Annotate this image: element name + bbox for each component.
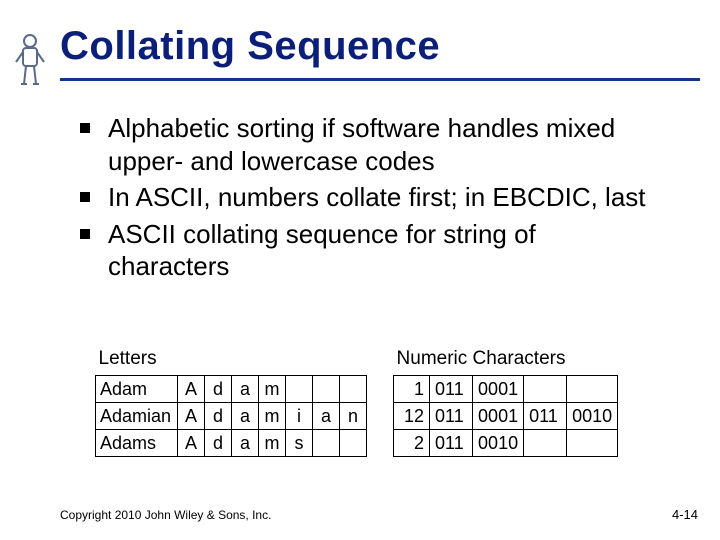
numeric-group — [567, 430, 618, 457]
letters-label: Adamian — [96, 403, 178, 430]
numeric-group: 0010 — [473, 430, 524, 457]
letter-cell: a — [313, 403, 340, 430]
numeric-group: 011 — [430, 430, 473, 457]
letters-label: Adam — [96, 376, 178, 403]
bullet-item: In ASCII, numbers collate first; in EBCD… — [80, 181, 660, 214]
bullet-list: Alphabetic sorting if software handles m… — [80, 112, 660, 287]
letter-cell: a — [232, 376, 259, 403]
letters-table: Letters Adam A d a m Adamian A d a m i a… — [95, 345, 367, 457]
letter-cell: A — [178, 403, 205, 430]
numeric-group: 011 — [524, 403, 567, 430]
letter-cell — [313, 376, 340, 403]
letter-cell: m — [259, 403, 286, 430]
letters-label: Adams — [96, 430, 178, 457]
table-row: 2 011 0010 — [394, 430, 618, 457]
numeric-group: 011 — [430, 376, 473, 403]
numeric-header: Numeric Characters — [394, 345, 618, 376]
letter-cell: m — [259, 430, 286, 457]
letter-cell: i — [286, 403, 313, 430]
letter-cell: d — [205, 403, 232, 430]
numeric-group: 0001 — [473, 403, 524, 430]
tables-row: Letters Adam A d a m Adamian A d a m i a… — [95, 345, 685, 457]
letter-cell: a — [232, 403, 259, 430]
bullet-item: Alphabetic sorting if software handles m… — [80, 112, 660, 177]
numeric-group: 0010 — [567, 403, 618, 430]
copyright-text: Copyright 2010 John Wiley & Sons, Inc. — [60, 508, 271, 522]
bullet-item: ASCII collating sequence for string of c… — [80, 218, 660, 283]
letter-cell — [340, 430, 367, 457]
letter-cell: A — [178, 430, 205, 457]
numeric-n: 2 — [394, 430, 430, 457]
numeric-group — [567, 376, 618, 403]
table-row: Adamian A d a m i a n — [96, 403, 367, 430]
letter-cell: d — [205, 430, 232, 457]
letter-cell: A — [178, 376, 205, 403]
letter-cell: m — [259, 376, 286, 403]
letter-cell — [286, 376, 313, 403]
slide: Collating Sequence Alphabetic sorting if… — [0, 0, 720, 540]
slide-title: Collating Sequence — [60, 24, 440, 69]
page-number: 4-14 — [672, 507, 698, 522]
letter-cell: a — [232, 430, 259, 457]
table-row: 1 011 0001 — [394, 376, 618, 403]
table-row: 12 011 0001 011 0010 — [394, 403, 618, 430]
numeric-group: 0001 — [473, 376, 524, 403]
numeric-group — [524, 376, 567, 403]
letter-cell — [313, 430, 340, 457]
numeric-group — [524, 430, 567, 457]
letter-cell: d — [205, 376, 232, 403]
figure-icon — [12, 32, 48, 90]
numeric-n: 12 — [394, 403, 430, 430]
table-row: Adams A d a m s — [96, 430, 367, 457]
letter-cell — [340, 376, 367, 403]
table-row: Adam A d a m — [96, 376, 367, 403]
numeric-group: 011 — [430, 403, 473, 430]
title-underline — [60, 78, 700, 81]
letter-cell: n — [340, 403, 367, 430]
numeric-table: Numeric Characters 1 011 0001 12 011 000… — [393, 345, 618, 457]
letter-cell: s — [286, 430, 313, 457]
numeric-n: 1 — [394, 376, 430, 403]
letters-header: Letters — [96, 345, 367, 376]
